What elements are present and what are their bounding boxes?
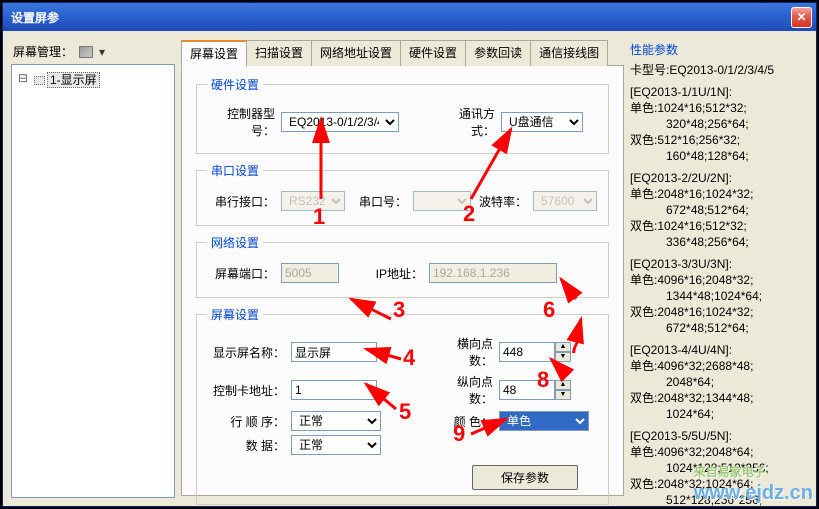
hcount-label: 横向点数： <box>437 335 493 369</box>
comm-select[interactable]: U盘通信 <box>501 112 583 132</box>
ip-input <box>429 263 557 283</box>
tab-hardware-settings[interactable]: 硬件设置 <box>400 40 466 66</box>
addr-input[interactable] <box>291 380 377 400</box>
perf-panel: 卡型号:EQ2013-0/1/2/3/4/5 [EQ2013-1/1U/1N]:… <box>630 62 808 508</box>
data-label: 数 据： <box>207 437 285 454</box>
net-port-label: 屏幕端口： <box>207 265 275 282</box>
spin-up[interactable]: ▲ <box>555 342 571 352</box>
vcount-label: 纵向点数： <box>437 373 493 407</box>
comm-label: 通讯方式： <box>439 105 495 139</box>
tab-scan-settings[interactable]: 扫描设置 <box>246 40 312 66</box>
dropdown-icon[interactable]: ▾ <box>99 45 105 59</box>
color-select[interactable]: 单色 <box>499 411 589 431</box>
screen-fieldset: 屏幕设置 显示屏名称： 横向点数： ▲▼ 控制卡地址： <box>196 306 609 505</box>
grid-icon <box>34 76 45 85</box>
tab-wiring-diagram[interactable]: 通信接线图 <box>530 40 608 66</box>
tab-param-readback[interactable]: 参数回读 <box>465 40 531 66</box>
baud-label: 波特率： <box>477 193 527 210</box>
data-select[interactable]: 正常 <box>291 435 381 455</box>
save-button[interactable]: 保存参数 <box>472 465 578 490</box>
serial-num-label: 串口号： <box>351 193 407 210</box>
watermark: 来自易家电子 www.ejdz.cn <box>694 456 813 505</box>
net-port-input <box>281 263 339 283</box>
tab-network-settings[interactable]: 网络地址设置 <box>311 40 401 66</box>
screen-mgmt-label: 屏幕管理： <box>13 43 73 60</box>
addr-label: 控制卡地址： <box>207 382 285 399</box>
perf-heading: 性能参数 <box>630 39 808 62</box>
color-label: 颜 色： <box>437 413 493 430</box>
baud-select: 57600 <box>533 191 597 211</box>
screen-name-input[interactable] <box>291 342 377 362</box>
spin-up[interactable]: ▲ <box>555 380 571 390</box>
hardware-fieldset: 硬件设置 控制器型号： EQ2013-0/1/2/3/4/5 通讯方式： U盘通… <box>196 76 609 154</box>
window-title: 设置屏参 <box>11 9 59 26</box>
ip-label: IP地址： <box>375 265 423 282</box>
serial-num-select <box>413 191 471 211</box>
search-icon[interactable] <box>79 46 93 58</box>
serial-port-label: 串行接口： <box>207 193 275 210</box>
serial-fieldset: 串口设置 串行接口： RS232 串口号： 波特率： 57600 <box>196 162 609 226</box>
spin-down[interactable]: ▼ <box>555 390 571 400</box>
spin-down[interactable]: ▼ <box>555 352 571 362</box>
network-fieldset: 网络设置 屏幕端口： IP地址： <box>196 234 609 298</box>
screen-tree[interactable]: 1-显示屏 <box>11 64 175 498</box>
tree-item-screen1[interactable]: 1-显示屏 <box>16 69 170 90</box>
hcount-spinner[interactable]: ▲▼ <box>499 342 571 362</box>
screen-name-label: 显示屏名称： <box>207 344 285 361</box>
controller-select[interactable]: EQ2013-0/1/2/3/4/5 <box>281 112 399 132</box>
vcount-spinner[interactable]: ▲▼ <box>499 380 571 400</box>
tab-screen-settings[interactable]: 屏幕设置 <box>181 40 247 66</box>
close-button[interactable]: ✕ <box>791 7 812 28</box>
tabs: 屏幕设置 扫描设置 网络地址设置 硬件设置 参数回读 通信接线图 <box>181 39 624 66</box>
order-label: 行 顺 序： <box>207 413 285 430</box>
serial-port-select: RS232 <box>281 191 345 211</box>
order-select[interactable]: 正常 <box>291 411 381 431</box>
titlebar: 设置屏参 ✕ <box>3 3 816 31</box>
controller-label: 控制器型号： <box>207 105 275 139</box>
